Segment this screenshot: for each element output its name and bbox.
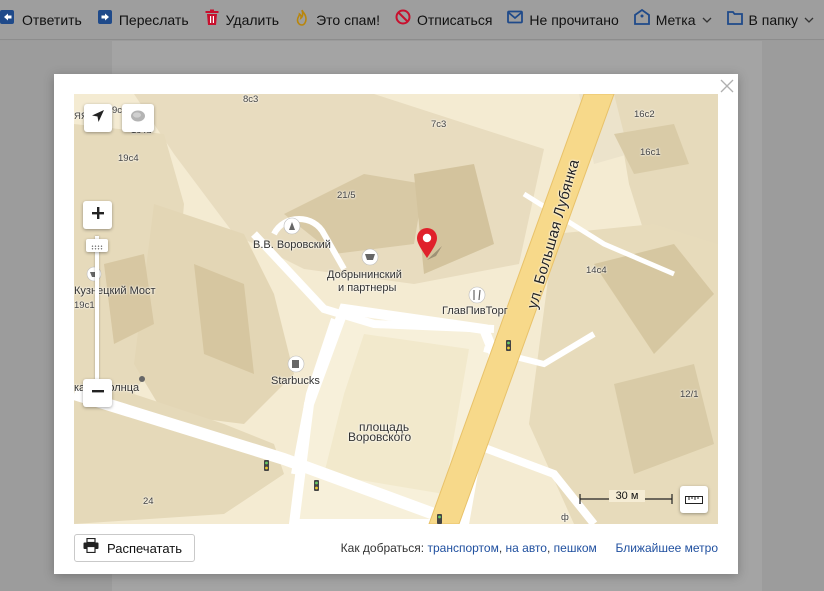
reply-label: Ответить: [22, 11, 82, 28]
building-label: 14с4: [586, 265, 607, 276]
chevron-down-icon: [804, 11, 814, 29]
tag-icon: [633, 8, 650, 30]
envelope-icon: [507, 10, 524, 29]
forbidden-icon: [395, 9, 411, 30]
route-prefix: Как добраться:: [340, 541, 425, 555]
route-auto-link[interactable]: на авто: [506, 541, 547, 555]
chevron-down-icon: [702, 11, 712, 29]
nearest-metro-link[interactable]: Ближайшее метро: [615, 541, 718, 555]
route-links: Как добраться: транспортом, на авто, пеш…: [341, 541, 718, 555]
grip-icon: [91, 237, 103, 255]
geolocation-button[interactable]: [84, 104, 112, 132]
zoom-slider-track[interactable]: [95, 236, 99, 386]
building-label: 9с: [112, 105, 123, 116]
poi-label-partners[interactable]: и партнеры: [338, 282, 396, 294]
ruler-icon: [685, 491, 703, 509]
map-view[interactable]: 8с3 7с3 16с2 16с1 19с4 9с 1с4u ЯЯ 21/5 1…: [74, 94, 718, 524]
label-dropdown[interactable]: Метка: [628, 0, 721, 40]
scale-label: 30 м: [609, 490, 645, 502]
zoom-in-button[interactable]: [83, 201, 112, 229]
building-label: 12/1: [680, 389, 699, 400]
print-button[interactable]: Распечатать: [74, 534, 195, 562]
map-modal: 8с3 7с3 16с2 16с1 19с4 9с 1с4u ЯЯ 21/5 1…: [54, 74, 738, 574]
route-transport-link[interactable]: транспортом: [427, 541, 498, 555]
mark-unread-button[interactable]: Не прочитано: [501, 0, 627, 40]
close-icon[interactable]: [719, 78, 735, 94]
spam-button[interactable]: Это спам!: [288, 0, 389, 40]
minus-icon: [91, 384, 104, 402]
route-separator: ,: [546, 541, 551, 555]
building-label: 8с3: [243, 94, 259, 105]
print-label: Распечатать: [107, 540, 183, 556]
forward-button[interactable]: Переслать: [91, 0, 198, 40]
folder-icon: [726, 10, 743, 30]
building-label: 19с4: [118, 153, 139, 164]
poi-label-vorovsky[interactable]: В.В. Воровский: [253, 239, 331, 251]
layers-icon: [129, 109, 147, 128]
move-to-folder-dropdown[interactable]: В папку: [721, 0, 823, 40]
trash-icon: [204, 9, 220, 31]
ruler-button[interactable]: [680, 486, 708, 513]
square-label-line2: Воровского: [348, 430, 412, 444]
building-label: 21/5: [337, 190, 356, 201]
building-label: 19с1: [74, 300, 95, 311]
forward-icon: [97, 9, 113, 30]
building-label: 7с3: [431, 119, 447, 130]
poi-label-starbucks[interactable]: Starbucks: [271, 375, 320, 387]
forward-label: Переслать: [118, 11, 189, 28]
building-label: 24: [143, 496, 154, 507]
route-walk-link[interactable]: пешком: [554, 541, 597, 555]
building-label: 16с1: [640, 147, 661, 158]
mail-toolbar: Ответить Переслать Удалить Это спам! Отп…: [0, 0, 824, 40]
delete-button[interactable]: Удалить: [198, 0, 288, 40]
spam-label: Это спам!: [316, 11, 380, 28]
plus-icon: [91, 206, 104, 224]
unsubscribe-label: Отписаться: [416, 11, 493, 28]
reply-button[interactable]: Ответить: [0, 0, 91, 40]
building-label: 16с2: [634, 109, 655, 120]
unsubscribe-button[interactable]: Отписаться: [389, 0, 501, 40]
delete-label: Удалить: [225, 11, 280, 28]
poi-label-dobryninsky[interactable]: Добрынинский: [327, 269, 402, 281]
label-label: Метка: [655, 11, 696, 28]
location-arrow-icon: [91, 109, 105, 128]
map-layers-button[interactable]: [122, 104, 154, 132]
route-separator: ,: [498, 541, 503, 555]
folder-label: В папку: [748, 11, 798, 28]
poi-label-glavpivtorg[interactable]: ГлавПивТорг: [442, 305, 508, 317]
fire-icon: [294, 9, 310, 31]
map-base-layer: [74, 94, 718, 524]
poi-label-kuznetsky[interactable]: Кузнецкий Мост: [74, 285, 156, 297]
street-label-fragment: ф: [561, 512, 569, 523]
printer-icon: [83, 537, 99, 558]
zoom-slider-handle[interactable]: [86, 239, 108, 252]
reply-icon: [0, 9, 16, 30]
zoom-out-button[interactable]: [83, 379, 112, 407]
map-scale: 30 м: [579, 490, 673, 508]
unread-label: Не прочитано: [529, 11, 619, 28]
